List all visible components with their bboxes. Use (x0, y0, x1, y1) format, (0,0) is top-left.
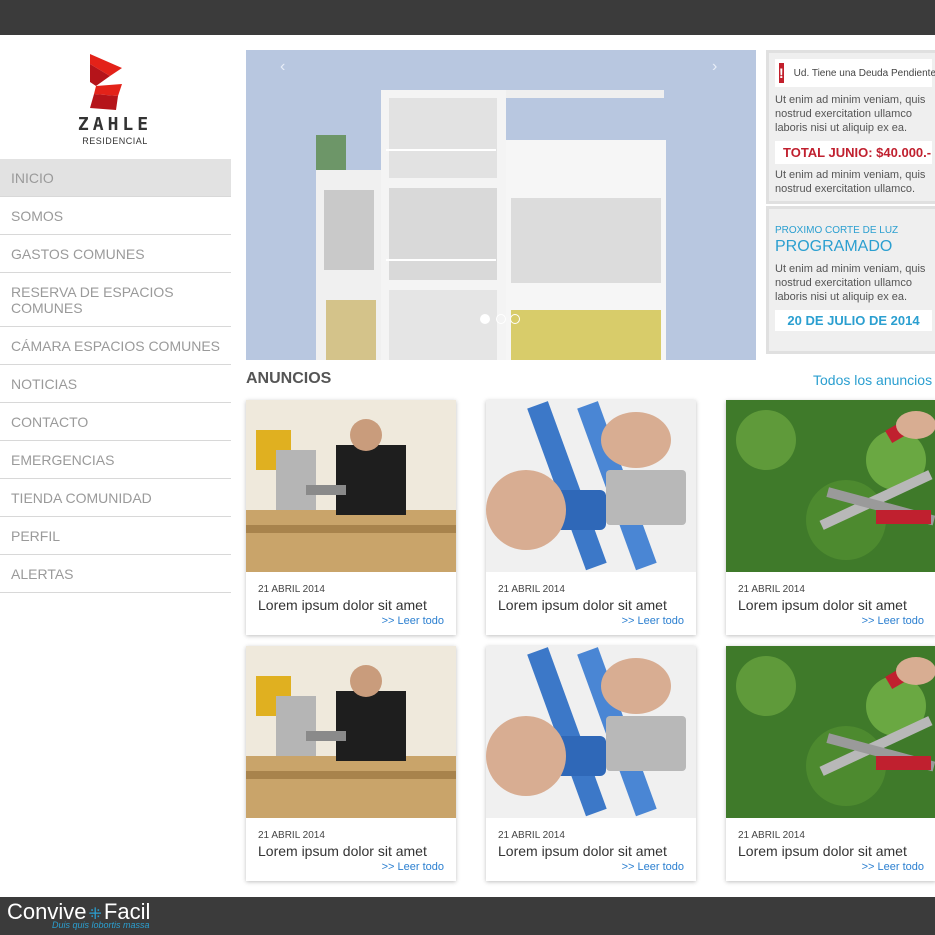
nav-item-noticias[interactable]: NOTICIAS (0, 365, 231, 403)
nav-item-alertas[interactable]: ALERTAS (0, 555, 231, 593)
debt-alert-text: Ut enim ad minim veniam, quis nostrud ex… (775, 94, 926, 134)
nav-item-contacto[interactable]: CONTACTO (0, 403, 231, 441)
hedge-shears-photo (726, 646, 935, 818)
announcement-card[interactable]: 21 ABRIL 2014 Lorem ipsum dolor sit amet… (246, 400, 456, 635)
nav-item-perfil[interactable]: PERFIL (0, 517, 231, 555)
read-more-link[interactable]: >> Leer todo (622, 861, 684, 873)
debt-alert-title: Ud. Tiene una Deuda Pendiente (793, 67, 935, 79)
read-more-link[interactable]: >> Leer todo (382, 615, 444, 627)
all-announcements-link[interactable]: Todos los anuncios (813, 372, 932, 388)
carpenter-photo (246, 646, 456, 818)
card-date: 21 ABRIL 2014 (498, 584, 565, 595)
sidebar-nav: INICIO SOMOS GASTOS COMUNES RESERVA DE E… (0, 159, 231, 593)
card-date: 21 ABRIL 2014 (738, 584, 805, 595)
card-title[interactable]: Lorem ipsum dolor sit amet (738, 597, 907, 613)
debt-alert-note: Ut enim ad minim veniam, quis nostrud ex… (775, 169, 926, 195)
warning-icon: ! (779, 63, 784, 83)
power-cut-date: 20 DE JULIO DE 2014 (775, 310, 932, 331)
read-more-link[interactable]: >> Leer todo (862, 861, 924, 873)
card-date: 21 ABRIL 2014 (738, 830, 805, 841)
read-more-link[interactable]: >> Leer todo (622, 615, 684, 627)
card-date: 21 ABRIL 2014 (498, 830, 565, 841)
slider-prev-button[interactable]: ‹ (280, 58, 285, 76)
logo-subtitle: RESIDENCIAL (82, 136, 148, 146)
power-cut-label: PROXIMO CORTE DE LUZ (775, 225, 899, 236)
power-cut-box: PROXIMO CORTE DE LUZ PROGRAMADO Ut enim … (766, 206, 935, 354)
nav-item-inicio[interactable]: INICIO (0, 159, 231, 197)
nav-item-emergencias[interactable]: EMERGENCIAS (0, 441, 231, 479)
debt-amount: TOTAL JUNIO: $40.000.- (775, 141, 932, 164)
card-title[interactable]: Lorem ipsum dolor sit amet (258, 597, 427, 613)
slider-dot-2[interactable] (496, 314, 506, 324)
debt-alert-header: ! Ud. Tiene una Deuda Pendiente (775, 59, 935, 87)
hero-slider[interactable]: ‹ › (246, 50, 756, 360)
logo[interactable]: ZAHLE RESIDENCIAL (50, 52, 180, 152)
read-more-link[interactable]: >> Leer todo (862, 615, 924, 627)
carpenter-photo (246, 400, 456, 572)
card-title[interactable]: Lorem ipsum dolor sit amet (258, 843, 427, 859)
announcement-card[interactable]: 21 ABRIL 2014 Lorem ipsum dolor sit amet… (486, 646, 696, 881)
nav-item-camara-espacios[interactable]: CÁMARA ESPACIOS COMUNES (0, 327, 231, 365)
pipes-photo (486, 646, 696, 818)
nav-item-gastos-comunes[interactable]: GASTOS COMUNES (0, 235, 231, 273)
footer: Convive ⁜Facil Duis quis lobortis massa (0, 897, 935, 935)
announcement-card[interactable]: 21 ABRIL 2014 Lorem ipsum dolor sit amet… (246, 646, 456, 881)
announcement-card[interactable]: 21 ABRIL 2014 Lorem ipsum dolor sit amet… (726, 646, 935, 881)
announcement-card[interactable]: 21 ABRIL 2014 Lorem ipsum dolor sit amet… (486, 400, 696, 635)
pipes-photo (486, 400, 696, 572)
card-date: 21 ABRIL 2014 (258, 584, 325, 595)
nav-item-reserva-espacios[interactable]: RESERVA DE ESPACIOS COMUNES (0, 273, 231, 327)
logo-wordmark: ZAHLE (77, 114, 153, 135)
card-title[interactable]: Lorem ipsum dolor sit amet (498, 597, 667, 613)
debt-alert-box: ! Ud. Tiene una Deuda Pendiente Ut enim … (766, 50, 935, 204)
slider-next-button[interactable]: › (712, 58, 717, 76)
nav-item-somos[interactable]: SOMOS (0, 197, 231, 235)
slider-dot-1[interactable] (480, 314, 490, 324)
slider-dot-3[interactable] (510, 314, 520, 324)
card-date: 21 ABRIL 2014 (258, 830, 325, 841)
brand-tagline: Duis quis lobortis massa (52, 920, 150, 930)
card-title[interactable]: Lorem ipsum dolor sit amet (738, 843, 907, 859)
nav-item-tienda-comunidad[interactable]: TIENDA COMUNIDAD (0, 479, 231, 517)
read-more-link[interactable]: >> Leer todo (382, 861, 444, 873)
announcements-heading: ANUNCIOS (246, 370, 332, 387)
card-title[interactable]: Lorem ipsum dolor sit amet (498, 843, 667, 859)
top-bar (0, 0, 935, 35)
announcement-card[interactable]: 21 ABRIL 2014 Lorem ipsum dolor sit amet… (726, 400, 935, 635)
zahle-logo-mark (90, 54, 122, 110)
power-cut-text: Ut enim ad minim veniam, quis nostrud ex… (775, 263, 926, 303)
hedge-shears-photo (726, 400, 935, 572)
power-cut-title: PROGRAMADO (775, 238, 893, 255)
